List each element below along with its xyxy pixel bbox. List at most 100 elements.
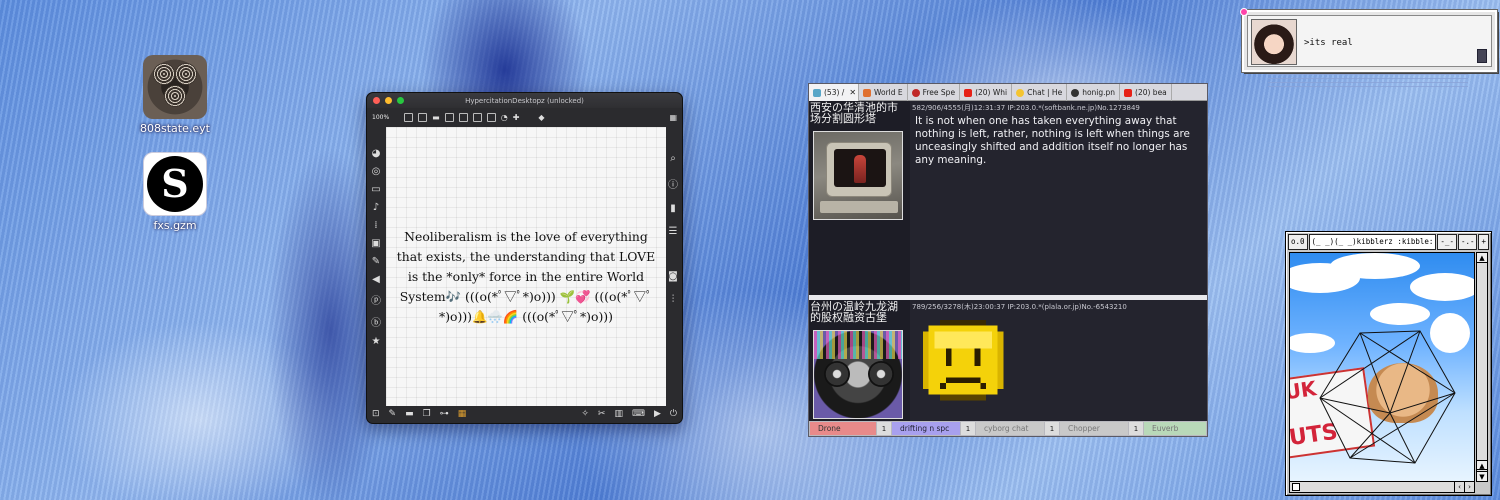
avatar[interactable] (1251, 19, 1297, 65)
track-statusbar: Drone 1 drifting n spc 1 cyborg chat 1 C… (809, 421, 1207, 436)
edit-icon[interactable]: ✎ (389, 409, 397, 419)
book-icon[interactable]: ▮ (670, 203, 676, 214)
hyper-bottombar: ⊡ ✎ ▬ ❐ ⊶ ▦ ✧ ✂ ▥ ⌨ ▶ ⏻ (367, 405, 682, 423)
sequence-icon[interactable]: ⁞ (374, 220, 377, 231)
wrench-icon[interactable]: ✂ (598, 409, 606, 419)
track-chopper[interactable]: Chopper (1060, 422, 1128, 435)
rect-icon[interactable]: ▭ (371, 184, 380, 195)
tab-6[interactable]: (20) bea (1120, 84, 1172, 101)
play-icon[interactable]: ▶ (654, 409, 661, 419)
track-cyborg-chat[interactable]: cyborg chat (976, 422, 1044, 435)
zoom-select[interactable]: 100% (372, 114, 389, 121)
post-thumbnail-speakers[interactable] (813, 330, 903, 419)
scroll-right-icon[interactable]: › (1464, 482, 1474, 492)
vertical-scrollbar[interactable]: ▲ ▲ ▼ (1476, 252, 1488, 482)
retro-tab-4[interactable]: + (1478, 234, 1489, 250)
hyper-canvas[interactable]: Neoliberalism is the love of everything … (386, 127, 666, 406)
scroll-left-icon[interactable]: ‹ (1454, 482, 1464, 492)
image-icon[interactable]: ▣ (371, 238, 380, 249)
tab-3[interactable]: (20) Whi (960, 84, 1013, 101)
info-icon[interactable]: ⓘ (668, 176, 678, 191)
chat-favicon-icon (1016, 88, 1025, 97)
track-drone[interactable]: Drone (810, 422, 876, 435)
track-label: cyborg chat (984, 424, 1029, 433)
minus-tool-icon[interactable] (486, 112, 496, 122)
tab-0[interactable]: (53) / ✕ (809, 84, 859, 101)
horizontal-scrollbar[interactable]: ‹ › (1289, 481, 1475, 493)
power-icon[interactable]: ⏻ (670, 409, 677, 419)
b-circle-icon[interactable]: ⓑ (371, 314, 381, 329)
retro-tab-3[interactable]: -.- (1457, 234, 1478, 250)
tab-label: (20) Whi (975, 88, 1008, 97)
retro-tab-0[interactable]: o.0 (1288, 234, 1308, 250)
play-favicon-icon (863, 88, 871, 97)
post-meta: 582/906/4555(月)12:31:37 IP:203.0.*(softb… (912, 104, 1140, 112)
target-icon[interactable]: ◎ (372, 166, 381, 177)
desktop-icon-808state[interactable]: 808state.eyt (130, 55, 220, 135)
tab-label: Free Spe (922, 88, 956, 97)
search-icon[interactable]: ⌕ (670, 153, 676, 164)
chat-notification[interactable]: >its real (1240, 8, 1497, 72)
paint-bucket-icon[interactable]: ◆ (538, 113, 544, 122)
plus-tool-icon[interactable]: ✚ (513, 113, 520, 122)
clip-icon[interactable]: ✎ (372, 256, 380, 267)
grid-icon[interactable]: ▦ (669, 113, 677, 122)
list-icon[interactable]: ☰ (669, 226, 678, 237)
tab-5[interactable]: honig.pn (1067, 84, 1121, 101)
sliders-icon[interactable]: ⫶ (672, 294, 675, 305)
target-tool-icon[interactable] (458, 112, 468, 122)
close-icon[interactable]: ✕ (849, 88, 856, 97)
post-thumbnail-computer[interactable] (813, 131, 903, 220)
canvas-text[interactable]: Neoliberalism is the love of everything … (395, 227, 657, 327)
p-circle-icon[interactable]: ⓟ (371, 292, 381, 307)
scroll-up-icon[interactable]: ▲ (1477, 460, 1487, 470)
track-euverb[interactable]: Euverb (1144, 422, 1206, 435)
desktop-icon-fxs[interactable]: S fxs.gzm (130, 152, 220, 232)
hypercitation-window: HypercitationDesktopz (unlocked) 100% ▬ … (366, 92, 683, 424)
tab-1[interactable]: World E (859, 84, 908, 101)
x-tool-icon[interactable] (444, 112, 454, 122)
camera-icon[interactable]: ◙ (668, 271, 678, 282)
phone-icon[interactable] (1477, 49, 1487, 63)
s-logo-icon: S (143, 152, 207, 216)
keyboard-icon[interactable]: ⌨ (632, 409, 645, 419)
retro-tab-1[interactable]: (_ _)(_ _)kibblerz :kibble: (1308, 234, 1437, 250)
clock-tool-icon[interactable]: ◔ (501, 113, 508, 122)
music-note-icon[interactable]: ♪ (373, 202, 379, 213)
retro-image-viewport[interactable]: UK UTS (1289, 252, 1475, 482)
scroll-thumb[interactable] (1292, 483, 1300, 491)
text-tool-icon[interactable] (418, 112, 428, 122)
scroll-down-icon[interactable]: ▼ (1477, 471, 1487, 481)
lock-icon[interactable]: ⊡ (372, 409, 380, 419)
piano-icon[interactable]: ▥ (614, 409, 623, 419)
favicon-icon (813, 88, 821, 97)
play-tool-icon[interactable] (472, 112, 482, 122)
window-titlebar[interactable]: HypercitationDesktopz (unlocked) (367, 93, 682, 108)
tab-2[interactable]: Free Spe (908, 84, 961, 101)
post: 西安の华清池的市场分割圆形塔 582/906/4555(月)12:31:37 I… (809, 101, 1207, 295)
speech-tool-icon[interactable]: ▬ (432, 113, 440, 122)
post-title: 台州の温岭九龙湖的股权融资古堡 (810, 300, 898, 324)
link-icon[interactable]: ⊶ (440, 409, 449, 419)
grid-icon[interactable]: ▦ (458, 409, 467, 419)
tab-4[interactable]: Chat | He (1012, 84, 1068, 101)
scroll-up-icon[interactable]: ▲ (1477, 253, 1487, 263)
tab-label: Chat | He (1027, 88, 1063, 97)
palette-icon[interactable]: ◕ (372, 148, 381, 159)
post-body: It is not when one has taken everything … (915, 115, 1190, 166)
track-drifting[interactable]: drifting n spc (892, 422, 960, 435)
layers-icon[interactable]: ❐ (423, 409, 431, 419)
pixel-sad-face-image[interactable] (917, 314, 1009, 406)
desktop-icon-label: fxs.gzm (153, 219, 197, 232)
tab-label: (20) bea (1135, 88, 1167, 97)
bird-icon[interactable]: ◀ (372, 274, 380, 285)
star-icon[interactable]: ★ (372, 336, 381, 347)
track-count: 1 (1129, 422, 1143, 435)
post-title: 西安の华清池的市场分割圆形塔 (810, 101, 898, 125)
comment-icon[interactable]: ▬ (405, 409, 414, 419)
sparkle-icon[interactable]: ✧ (581, 409, 589, 419)
rect-tool-icon[interactable] (404, 112, 414, 122)
imageboard-window: (53) / ✕ World E Free Spe (20) Whi Chat … (808, 83, 1208, 437)
track-count: 1 (961, 422, 975, 435)
retro-tab-2[interactable]: -_- (1437, 234, 1457, 250)
